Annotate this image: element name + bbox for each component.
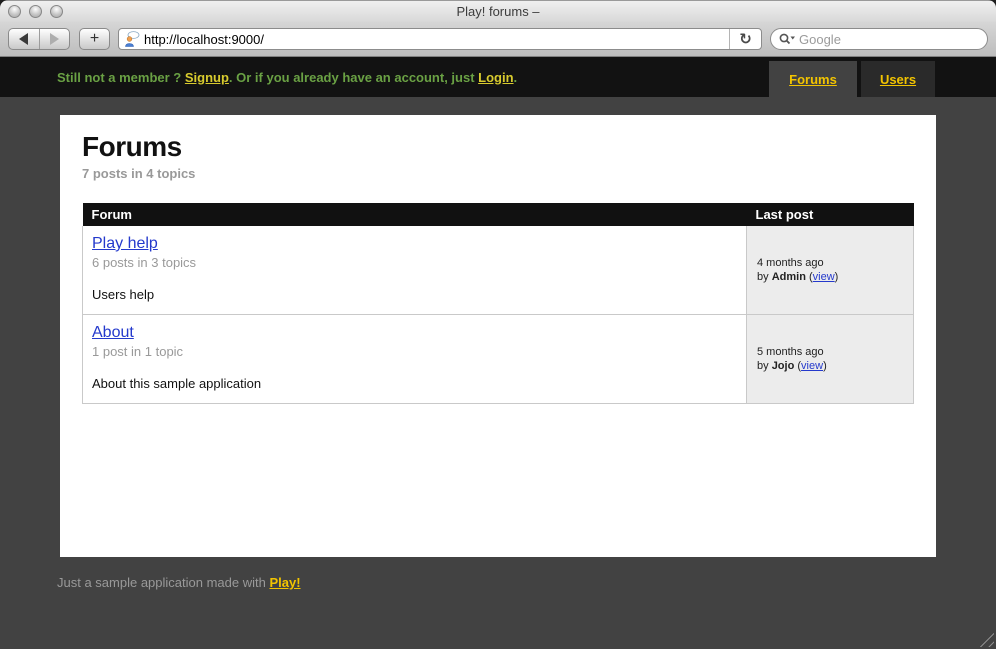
- column-header-forum: Forum: [83, 203, 747, 226]
- browser-window: Play! forums – + ↻: [0, 0, 996, 649]
- forum-description: About this sample application: [92, 376, 737, 391]
- forum-stats: 6 posts in 3 topics: [92, 255, 737, 270]
- last-post-cell: 4 months ago by Admin (view): [747, 226, 914, 315]
- search-dropdown-arrow-icon: [791, 37, 796, 40]
- paren-close: ): [835, 271, 839, 283]
- new-tab-button[interactable]: +: [79, 28, 110, 50]
- nav-tabs: Forums Users: [769, 61, 935, 97]
- page-title: Forums: [82, 131, 914, 163]
- window-title: Play! forums –: [0, 4, 996, 19]
- last-post-time: 5 months ago: [757, 346, 824, 358]
- back-arrow-icon: [19, 33, 28, 45]
- table-row: About 1 post in 1 topic About this sampl…: [83, 315, 914, 404]
- message-prefix: Still not a member ?: [57, 70, 185, 85]
- tab-forums[interactable]: Forums: [769, 61, 857, 97]
- url-input[interactable]: [144, 29, 729, 49]
- play-framework-link[interactable]: Play!: [269, 575, 300, 590]
- forum-link-about[interactable]: About: [92, 324, 134, 342]
- page-subtitle: 7 posts in 4 topics: [82, 166, 914, 181]
- forum-cell: About 1 post in 1 topic About this sampl…: [83, 315, 747, 404]
- column-header-last-post: Last post: [747, 203, 914, 226]
- forums-table: Forum Last post Play help 6 posts in 3 t…: [82, 203, 914, 404]
- search-field[interactable]: [770, 28, 988, 50]
- membership-message: Still not a member ? Signup. Or if you a…: [57, 70, 517, 85]
- by-prefix: by: [757, 360, 772, 372]
- table-row: Play help 6 posts in 3 topics Users help…: [83, 226, 914, 315]
- forum-description: Users help: [92, 287, 737, 302]
- paren-close: ): [823, 360, 827, 372]
- last-post-cell: 5 months ago by Jojo (view): [747, 315, 914, 404]
- by-prefix: by: [757, 271, 772, 283]
- message-suffix: .: [514, 70, 518, 85]
- back-button[interactable]: [9, 29, 39, 49]
- reload-button[interactable]: ↻: [729, 29, 761, 49]
- window-resize-grip[interactable]: [979, 632, 994, 647]
- magnifier-icon: [779, 33, 796, 45]
- browser-toolbar: + ↻: [0, 22, 996, 57]
- message-mid: . Or if you already have an account, jus…: [229, 70, 478, 85]
- last-post-time: 4 months ago: [757, 257, 824, 269]
- forward-button[interactable]: [39, 29, 70, 49]
- page-body: Forums 7 posts in 4 topics Forum Last po…: [0, 97, 996, 649]
- window-titlebar: Play! forums –: [0, 0, 996, 22]
- last-post-author: Admin: [772, 271, 806, 283]
- view-post-link[interactable]: view: [813, 271, 835, 283]
- footer-text: Just a sample application made with: [57, 575, 269, 590]
- paren-open: (: [806, 271, 813, 283]
- last-post-author: Jojo: [772, 360, 795, 372]
- forward-arrow-icon: [50, 33, 59, 45]
- tab-users[interactable]: Users: [861, 61, 935, 97]
- history-buttons: [8, 28, 70, 50]
- signup-link[interactable]: Signup: [185, 70, 229, 85]
- search-input[interactable]: [799, 32, 979, 47]
- forum-stats: 1 post in 1 topic: [92, 344, 737, 359]
- content-panel: Forums 7 posts in 4 topics Forum Last po…: [60, 115, 936, 557]
- table-header-row: Forum Last post: [83, 203, 914, 226]
- site-favicon-icon: [124, 31, 140, 47]
- forum-cell: Play help 6 posts in 3 topics Users help: [83, 226, 747, 315]
- app-footer: Just a sample application made with Play…: [57, 575, 301, 590]
- address-bar[interactable]: ↻: [118, 28, 762, 50]
- app-header: Still not a member ? Signup. Or if you a…: [0, 57, 996, 97]
- forum-link-play-help[interactable]: Play help: [92, 235, 158, 253]
- login-link[interactable]: Login: [478, 70, 513, 85]
- view-post-link[interactable]: view: [801, 360, 823, 372]
